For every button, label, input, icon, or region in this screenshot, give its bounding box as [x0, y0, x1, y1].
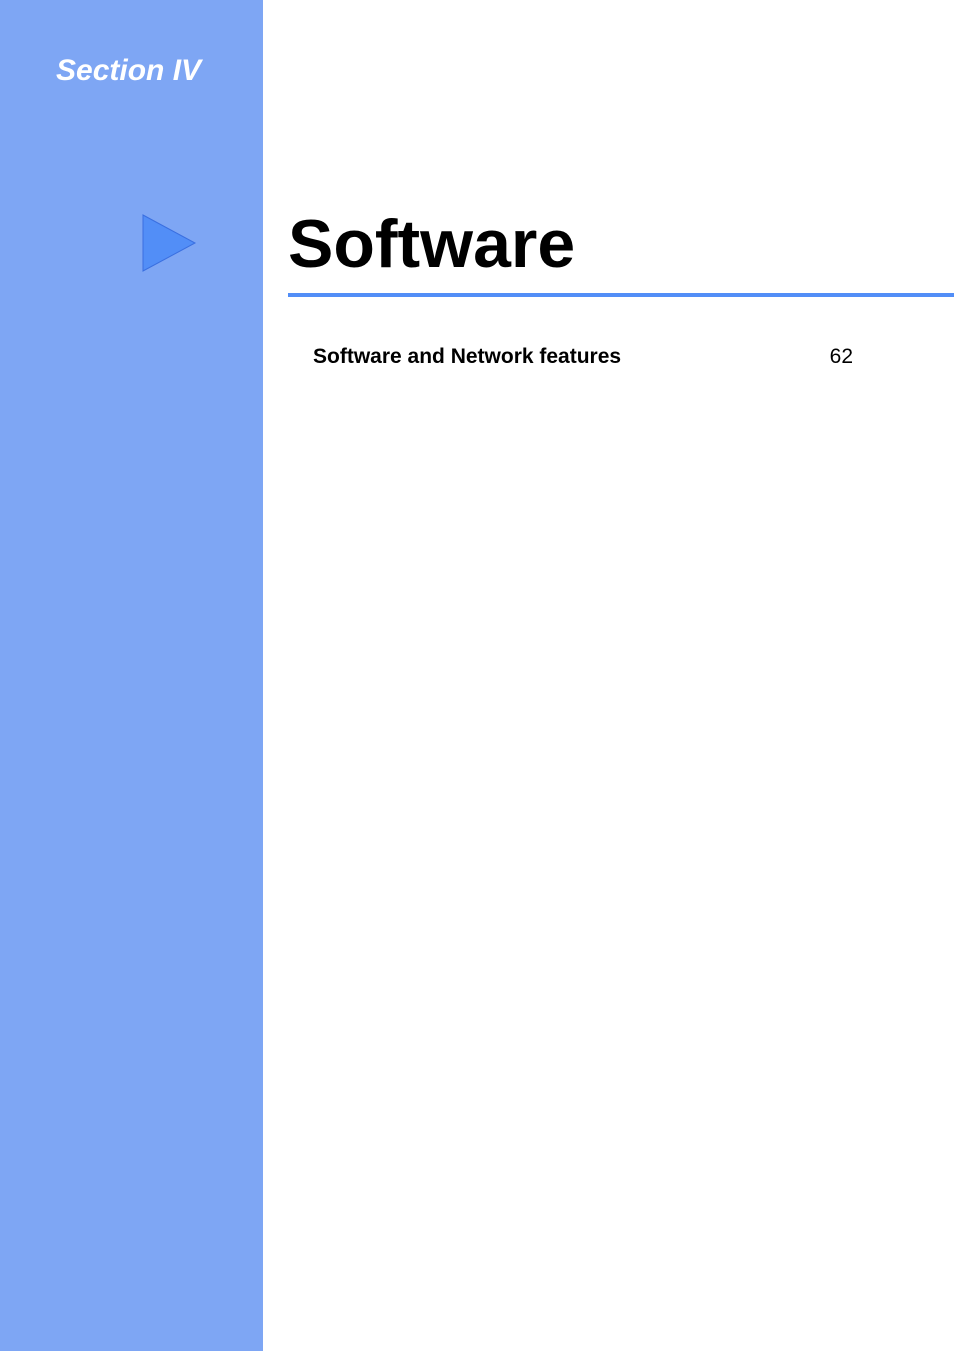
- sidebar: [0, 0, 263, 1351]
- toc-row[interactable]: Software and Network features 62: [313, 345, 853, 369]
- page-title: Software: [288, 205, 575, 283]
- toc-item-title: Software and Network features: [313, 345, 621, 369]
- toc-item-page: 62: [830, 345, 853, 369]
- triangle-icon: [133, 207, 205, 279]
- section-label: Section IV: [56, 54, 201, 88]
- title-underline: [288, 293, 954, 297]
